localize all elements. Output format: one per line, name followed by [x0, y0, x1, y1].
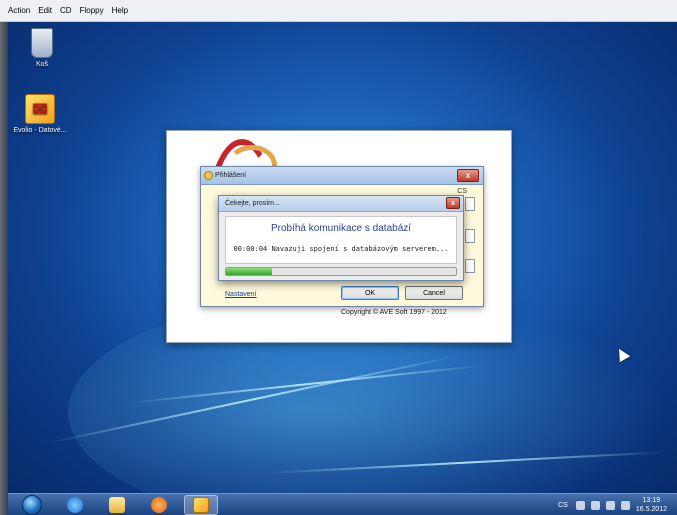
language-label: CS: [457, 188, 467, 195]
clock-date: 16.5.2012: [635, 506, 667, 513]
wait-headline: Probíhá komunikace s databází: [270, 223, 412, 234]
settings-link[interactable]: Nastavení: [225, 291, 257, 298]
taskbar-app-explorer[interactable]: [100, 495, 134, 515]
wait-close-button[interactable]: x: [446, 197, 460, 209]
network-icon[interactable]: [605, 500, 615, 510]
internet-explorer-icon: [67, 497, 83, 513]
recycle-bin-icon: [31, 28, 53, 58]
username-input[interactable]: [465, 229, 475, 243]
wait-dialog: Čekejte, prosím... x Probíhá komunikace …: [218, 195, 464, 281]
taskbar-app-internet-explorer[interactable]: [58, 495, 92, 515]
wait-titlebar[interactable]: Čekejte, prosím... x: [219, 196, 463, 212]
menu-help[interactable]: Help: [108, 6, 132, 15]
taskbar-app-evolio[interactable]: [184, 495, 218, 515]
language-indicator[interactable]: CS: [558, 502, 568, 509]
vm-menubar: Action Edit CD Floppy Help: [0, 0, 677, 22]
vm-frame-edge: [0, 22, 8, 515]
wait-title: Čekejte, prosím...: [225, 200, 280, 207]
language-select[interactable]: [465, 197, 475, 211]
taskbar-app-media-player[interactable]: [142, 495, 176, 515]
wait-status: 00:00:04 Navazuji spojení s databázovým …: [233, 245, 449, 253]
menu-action[interactable]: Action: [4, 6, 34, 15]
login-title: Přihlášení: [215, 172, 247, 179]
media-player-icon: [151, 497, 167, 513]
login-titlebar[interactable]: Přihlášení x: [201, 167, 483, 185]
clock[interactable]: 13:19 16.5.2012: [636, 496, 667, 514]
desktop-icon-recycle-bin[interactable]: Koš: [12, 28, 72, 68]
desktop-icon-label: Evolio - Datové...: [13, 127, 67, 134]
start-button[interactable]: [14, 494, 50, 515]
copyright-text: Copyright © AVE Soft 1997 - 2012: [341, 309, 447, 316]
password-input[interactable]: [465, 259, 475, 273]
action-center-icon[interactable]: [590, 500, 600, 510]
key-icon: [204, 171, 213, 180]
windows-orb-icon: [22, 495, 42, 515]
wait-body: Probíhá komunikace s databází 00:00:04 N…: [225, 216, 457, 264]
evolio-icon: [193, 497, 209, 513]
evolio-icon: ✉: [25, 94, 55, 124]
desktop-icon-label: Koš: [35, 61, 49, 68]
ok-button[interactable]: OK: [341, 286, 399, 300]
taskbar: CS 13:19 16.5.2012: [8, 493, 677, 515]
progress-fill: [226, 268, 272, 275]
show-hidden-icons-icon[interactable]: [575, 500, 585, 510]
folder-icon: [109, 497, 125, 513]
system-tray: CS 13:19 16.5.2012: [558, 494, 677, 515]
desktop-icon-evolio[interactable]: ✉ Evolio - Datové...: [10, 94, 70, 134]
login-close-button[interactable]: x: [457, 169, 479, 182]
progress-bar: [225, 267, 457, 276]
cancel-button[interactable]: Cancel: [405, 286, 463, 300]
clock-time: 13:19: [642, 497, 661, 504]
menu-cd[interactable]: CD: [56, 6, 76, 15]
menu-floppy[interactable]: Floppy: [76, 6, 108, 15]
menu-edit[interactable]: Edit: [34, 6, 56, 15]
volume-icon[interactable]: [620, 500, 630, 510]
